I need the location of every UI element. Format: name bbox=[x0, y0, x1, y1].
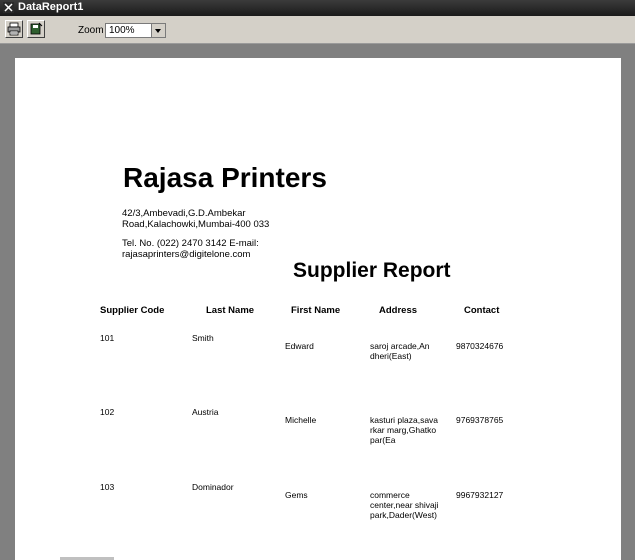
toolbar: Zoom 100% bbox=[0, 16, 635, 44]
company-name: Rajasa Printers bbox=[123, 162, 327, 193]
row2-contact: 9769378765 bbox=[456, 415, 504, 425]
row1-code: 101 bbox=[100, 333, 115, 343]
app-icon bbox=[3, 2, 14, 13]
export-icon bbox=[30, 22, 43, 35]
header-first-name: First Name bbox=[291, 305, 341, 316]
row1-first-name: Edward bbox=[285, 341, 314, 351]
row3-first-name: Gems bbox=[285, 490, 308, 500]
row3-contact: 9967932127 bbox=[456, 490, 504, 500]
company-address: 42/3,Ambevadi,G.D.Ambekar Road,Kalachowk… bbox=[122, 208, 270, 230]
header-last-name: Last Name bbox=[206, 305, 255, 316]
row1-last-name: Smith bbox=[192, 333, 214, 343]
row3-address: commerce center,near shivaji park,Dader(… bbox=[370, 490, 439, 520]
row2-last-name: Austria bbox=[192, 407, 219, 417]
zoom-label: Zoom bbox=[78, 25, 104, 36]
report-page: Rajasa Printers 42/3,Ambevadi,G.D.Ambeka… bbox=[15, 58, 621, 560]
row3-last-name: Dominador bbox=[192, 482, 234, 492]
row2-first-name: Michelle bbox=[285, 415, 317, 425]
company-contact: Tel. No. (022) 2470 3142 E-mail: rajasap… bbox=[122, 238, 259, 260]
row2-address: kasturi plaza,savarkar marg,Ghatkopar(Ea bbox=[370, 415, 439, 445]
row2-code: 102 bbox=[100, 407, 115, 417]
zoom-value: 100% bbox=[109, 25, 135, 36]
printer-icon bbox=[7, 22, 21, 36]
header-address: Address bbox=[379, 305, 418, 316]
zoom-dropdown[interactable]: 100% bbox=[105, 23, 166, 38]
print-button[interactable] bbox=[5, 20, 23, 38]
row3-code: 103 bbox=[100, 482, 115, 492]
chevron-down-icon[interactable] bbox=[151, 24, 165, 37]
title-bar: DataReport1 bbox=[0, 0, 635, 16]
row1-contact: 9870324676 bbox=[456, 341, 504, 351]
header-contact: Contact bbox=[464, 305, 500, 316]
row1-address: saroj arcade,Andheri(East) bbox=[370, 341, 430, 361]
header-supplier-code: Supplier Code bbox=[100, 305, 165, 316]
report-title: Supplier Report bbox=[293, 259, 451, 282]
window-title: DataReport1 bbox=[18, 1, 84, 13]
export-button[interactable] bbox=[27, 20, 45, 38]
